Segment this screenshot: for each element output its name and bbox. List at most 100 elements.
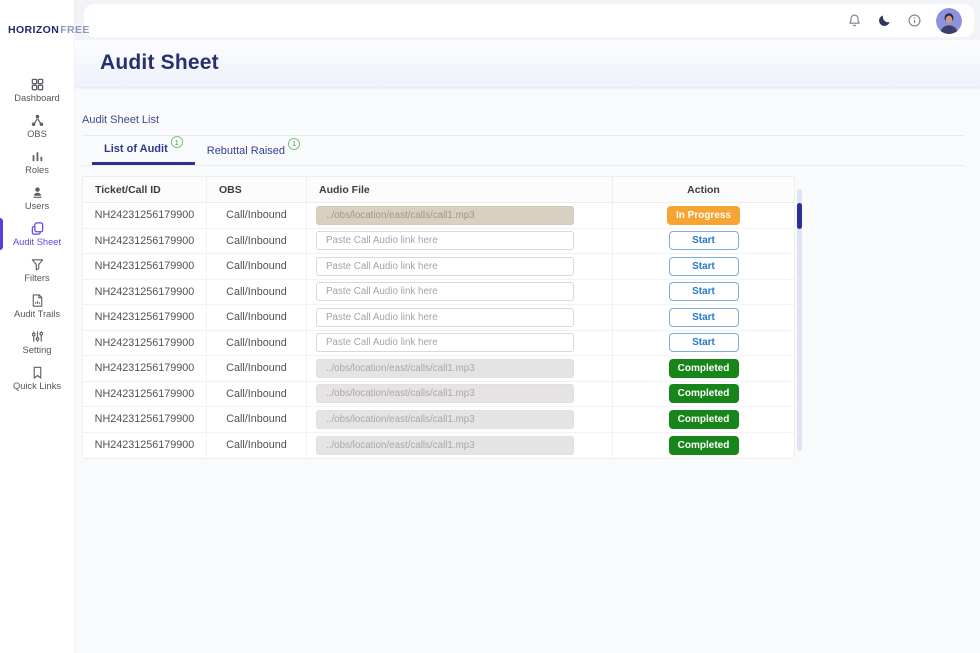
sidebar-item-setting[interactable]: Setting — [0, 324, 74, 360]
ticket-id-cell: NH24231256179900 — [83, 432, 207, 458]
table-row: NH24231256179900Call/Inbound Completed — [83, 407, 794, 433]
action-button-start[interactable]: Start — [668, 307, 739, 327]
audio-link-input[interactable] — [316, 282, 574, 302]
audio-file-cell — [307, 203, 613, 228]
sidebar-item-roles[interactable]: Roles — [0, 144, 74, 180]
sidebar-item-audit-sheet[interactable]: Audit Sheet — [0, 216, 74, 252]
obs-cell: Call/Inbound — [207, 305, 307, 330]
audio-link-input[interactable] — [316, 231, 574, 251]
notifications-icon[interactable] — [846, 13, 862, 29]
action-button-completed[interactable]: Completed — [668, 435, 739, 455]
audio-file-cell — [307, 356, 613, 381]
table-scrollbar[interactable] — [797, 189, 802, 451]
sidebar-item-dashboard[interactable]: Dashboard — [0, 72, 74, 108]
users-icon — [30, 185, 45, 200]
roles-icon — [30, 149, 45, 164]
tab-count-badge: 1 — [170, 136, 183, 148]
action-cell: Completed — [613, 433, 794, 459]
table-row: NH24231256179900Call/Inbound Start — [83, 228, 794, 254]
action-cell: In Progress — [613, 203, 794, 228]
sidebar-item-users[interactable]: Users — [0, 180, 74, 216]
sidebar-item-filters[interactable]: Filters — [0, 252, 74, 288]
table-row: NH24231256179900Call/Inbound Completed — [83, 381, 794, 407]
obs-cell: Call/Inbound — [207, 330, 307, 355]
audio-file-cell — [307, 279, 613, 304]
top-header-bar — [84, 4, 974, 37]
quick-links-icon — [30, 365, 45, 380]
action-button-completed[interactable]: Completed — [668, 384, 739, 404]
app-logo: HORIZONFREE — [0, 0, 89, 36]
sidebar-item-obs[interactable]: OBS — [0, 108, 74, 144]
action-cell: Completed — [613, 382, 794, 407]
obs-cell: Call/Inbound — [207, 203, 307, 228]
table-header-row: Ticket/Call ID OBS Audio File Action — [83, 177, 794, 203]
sidebar-item-audit-trails[interactable]: Audit Trails — [0, 288, 74, 324]
audio-link-input[interactable] — [316, 307, 574, 327]
obs-cell: Call/Inbound — [207, 356, 307, 381]
action-cell: Start — [613, 305, 794, 330]
ticket-id-cell: NH24231256179900 — [83, 279, 207, 304]
obs-icon — [30, 113, 45, 128]
info-icon[interactable] — [906, 13, 922, 29]
column-header-ticket: Ticket/Call ID — [83, 177, 207, 202]
table-row: NH24231256179900Call/Inbound Completed — [83, 432, 794, 459]
audio-link-input[interactable] — [316, 333, 574, 353]
sidebar: HORIZONFREE Dashboard OBS Roles Users Audit … — [0, 0, 89, 653]
dark-mode-icon[interactable] — [876, 13, 892, 29]
audio-file-cell — [307, 305, 613, 330]
tab-bar: List of Audit 1 Rebuttal Raised 1 — [82, 136, 965, 166]
ticket-id-cell: NH24231256179900 — [83, 305, 207, 330]
audio-file-cell — [307, 407, 613, 432]
sidebar-item-label: Audit Sheet — [12, 237, 62, 247]
action-button-start[interactable]: Start — [668, 256, 739, 276]
page-title: Audit Sheet — [100, 51, 219, 74]
action-cell: Start — [613, 229, 794, 254]
audit-sheet-icon — [30, 221, 45, 236]
obs-cell: Call/Inbound — [207, 254, 307, 279]
ticket-id-cell: NH24231256179900 — [83, 330, 207, 355]
ticket-id-cell: NH24231256179900 — [83, 203, 207, 228]
sidebar-item-label: Users — [24, 201, 50, 211]
ticket-id-cell: NH24231256179900 — [83, 254, 207, 279]
obs-cell: Call/Inbound — [207, 228, 307, 253]
tab-list-of-audit[interactable]: List of Audit 1 — [92, 136, 195, 165]
action-button-in-progress[interactable]: In Progress — [666, 205, 741, 225]
action-cell: Start — [613, 331, 794, 356]
filters-icon — [30, 257, 45, 272]
audio-link-input[interactable] — [316, 256, 574, 276]
audio-file-cell — [307, 432, 613, 458]
table-scrollbar-thumb[interactable] — [797, 203, 802, 229]
audio-file-cell — [307, 228, 613, 253]
action-button-completed[interactable]: Completed — [668, 358, 739, 378]
tab-label: List of Audit — [104, 143, 168, 155]
user-avatar[interactable] — [936, 7, 962, 34]
sidebar-item-quick-links[interactable]: Quick Links — [0, 360, 74, 396]
action-button-start[interactable]: Start — [668, 333, 739, 353]
dashboard-icon — [30, 77, 45, 92]
sidebar-nav: Dashboard OBS Roles Users Audit Sheet Filters… — [0, 72, 74, 396]
audio-link-input — [316, 435, 574, 455]
table-row: NH24231256179900Call/Inbound In Progress — [83, 203, 794, 229]
tab-rebuttal-raised[interactable]: Rebuttal Raised 1 — [195, 136, 312, 165]
action-button-start[interactable]: Start — [668, 282, 739, 302]
logo-secondary-text: FREE — [60, 24, 90, 36]
ticket-id-cell: NH24231256179900 — [83, 407, 207, 432]
sidebar-item-label: Filters — [24, 273, 50, 283]
audio-link-input — [316, 358, 574, 378]
action-button-completed[interactable]: Completed — [668, 409, 739, 429]
table-row: NH24231256179900Call/Inbound Completed — [83, 356, 794, 382]
action-button-start[interactable]: Start — [668, 231, 739, 251]
sidebar-item-label: Setting — [22, 345, 52, 355]
obs-cell: Call/Inbound — [207, 279, 307, 304]
audio-file-cell — [307, 381, 613, 406]
column-header-action: Action — [687, 183, 720, 196]
table-row: NH24231256179900Call/Inbound Start — [83, 254, 794, 280]
sidebar-item-label: Dashboard — [14, 93, 60, 103]
table-body: NH24231256179900Call/InboundIn ProgressN… — [83, 203, 794, 458]
action-cell: Start — [613, 254, 794, 279]
audio-link-input — [316, 409, 574, 429]
section-label: Audit Sheet List — [82, 114, 160, 126]
table-row: NH24231256179900Call/Inbound Start — [83, 330, 794, 356]
audio-file-cell — [307, 254, 613, 279]
obs-cell: Call/Inbound — [207, 407, 307, 432]
